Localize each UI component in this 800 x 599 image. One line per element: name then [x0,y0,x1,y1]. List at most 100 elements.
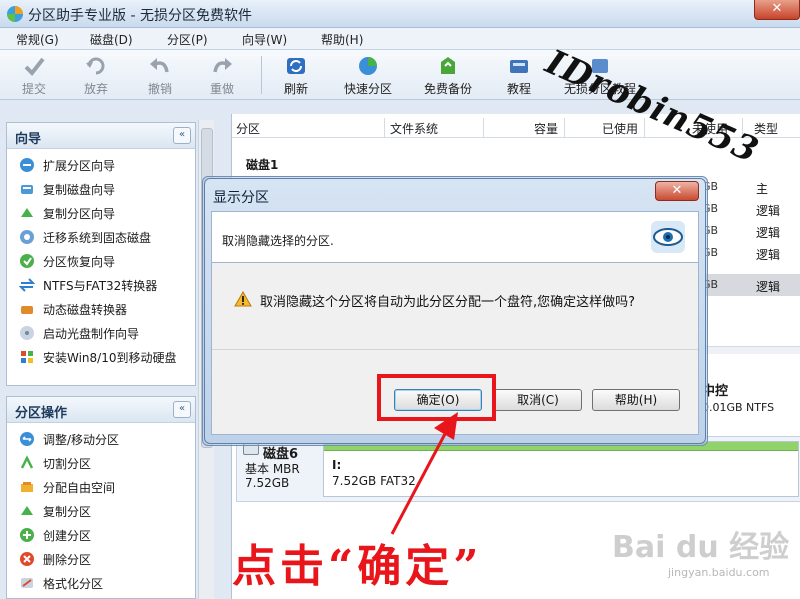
redo-button[interactable]: 重做 [190,54,254,98]
copy-icon [21,506,33,515]
row-type: 逻辑 [756,204,781,218]
op-item-allocate[interactable]: 分配自由空间 [7,475,195,499]
title-bar: 分区助手专业版 - 无损分区免费软件 ✕ [0,0,800,28]
window-close-button[interactable]: ✕ [754,0,800,20]
op-item-label: 创建分区 [43,529,92,543]
op-item-resize[interactable]: 调整/移动分区 [7,427,195,451]
op-item-label: 复制分区 [43,505,92,519]
menu-partition[interactable]: 分区(P) [167,31,208,48]
wizard-item-label: 安装Win8/10到移动硬盘 [43,351,177,365]
quick-partition-icon [359,57,377,75]
refresh-button[interactable]: 刷新 [264,54,328,98]
dialog-title: 显示分区 [213,190,269,206]
disk1-label[interactable]: 磁盘1 [246,156,278,173]
wizard-item-extend[interactable]: 扩展分区向导 [7,153,195,177]
toolbar: 提交 放弃 撤销 重做 刷新 快速分区 免费备份 教程 无损分区教程 [0,50,800,100]
dialog-close-button[interactable]: ✕ [655,181,699,201]
convert-fs-icon [19,278,35,292]
dialog-header-message: 取消隐藏选择的分区. [222,234,334,248]
instruction-annotation: 点击“确定” [232,541,483,592]
row-type: 逻辑 [756,226,781,240]
op-item-format[interactable]: 格式化分区 [7,571,195,595]
column-divider[interactable] [483,118,484,138]
disk6-size: 7.52GB [245,476,290,490]
wizard-item-copy-disk[interactable]: 复制磁盘向导 [7,177,195,201]
backup-icon [441,57,455,74]
menu-wizard[interactable]: 向导(W) [242,31,287,48]
create-icon [20,528,34,542]
eye-icon [651,221,685,253]
op-item-label: 格式化分区 [43,577,104,591]
op-item-copy[interactable]: 复制分区 [7,499,195,523]
discard-label: 放弃 [83,82,108,96]
discard-button[interactable]: 放弃 [64,54,128,98]
cancel-button[interactable]: 取消(C) [494,389,582,411]
wizard-group-header: 向导 « [7,123,195,149]
dialog-warning-text: 取消隐藏这个分区将自动为此分区分配一个盘符,您确定这样做吗? [260,295,636,310]
wizard-item-recovery[interactable]: 分区恢复向导 [7,249,195,273]
row-type: 逻辑 [756,280,781,294]
format-icon [21,578,33,588]
op-item-label: 删除分区 [43,553,92,567]
op-item-create[interactable]: 创建分区 [7,523,195,547]
resize-icon [20,432,34,446]
wizard-item-label: 复制分区向导 [43,207,116,221]
disk6-type: 基本 MBR [245,462,300,476]
column-divider[interactable] [384,118,385,138]
undo-button[interactable]: 撤销 [128,54,192,98]
partition-drive-letter: I: [332,458,342,472]
col-filesystem[interactable]: 文件系统 [390,120,438,137]
pointer-arrow-icon [390,412,458,535]
dynamic-disk-icon [21,306,33,314]
wizard-item-label: 动态磁盘转换器 [43,303,128,317]
copy-disk-icon [21,185,33,194]
copy-partition-icon [21,208,33,217]
wizard-item-win-to-go[interactable]: 安装Win8/10到移动硬盘 [7,345,195,369]
redo-icon [213,58,232,73]
partition-ops-title: 分区操作 [15,406,68,421]
wizard-item-dynamic-disk[interactable]: 动态磁盘转换器 [7,297,195,321]
disk5-partition-size: 0.01GB NTFS [702,401,775,414]
menu-help[interactable]: 帮助(H) [321,31,363,48]
refresh-label: 刷新 [283,82,308,96]
baidu-jingyan-logo: Bai du 经验 [612,530,790,565]
discard-icon [86,57,105,75]
wizard-item-label: 扩展分区向导 [43,159,116,173]
col-partition[interactable]: 分区 [236,120,260,137]
op-item-label: 调整/移动分区 [43,433,120,447]
partition-ops-collapse-button[interactable]: « [173,401,191,418]
op-item-delete[interactable]: 删除分区 [7,547,195,571]
wizard-item-boot-disc[interactable]: 启动光盘制作向导 [7,321,195,345]
partition-ops-header: 分区操作 « [7,397,195,423]
warning-icon [234,291,252,307]
window-title: 分区助手专业版 - 无损分区免费软件 [28,8,252,24]
undo-label: 撤销 [147,82,172,96]
migrate-os-icon [20,230,34,244]
left-panel: 向导 « 扩展分区向导 复制磁盘向导 复制分区向导 迁移系统到固态磁盘 分区恢复… [0,100,215,599]
wizard-collapse-button[interactable]: « [173,127,191,144]
wizard-item-label: NTFS与FAT32转换器 [43,279,158,293]
quick-partition-button[interactable]: 快速分区 [336,54,400,98]
check-icon [24,57,45,77]
menu-disk[interactable]: 磁盘(D) [90,31,133,48]
wizard-item-label: 复制磁盘向导 [43,183,116,197]
redo-label: 重做 [209,82,234,96]
op-item-split[interactable]: 切割分区 [7,451,195,475]
extend-partition-icon [20,158,34,172]
tutorial-icon [510,60,528,73]
row-type: 主 [756,182,769,196]
wizard-item-ntfs-fat32[interactable]: NTFS与FAT32转换器 [7,273,195,297]
disk5-partition-block[interactable]: 中控 0.01GB NTFS [702,380,774,414]
help-button[interactable]: 帮助(H) [592,389,680,411]
toolbar-separator [261,56,262,94]
free-backup-button[interactable]: 免费备份 [416,54,480,98]
commit-button[interactable]: 提交 [2,54,66,98]
dialog-header: 取消隐藏选择的分区. [211,211,699,263]
wizard-item-copy-partition[interactable]: 复制分区向导 [7,201,195,225]
row-type: 逻辑 [756,248,781,262]
wizard-item-migrate-os[interactable]: 迁移系统到固态磁盘 [7,225,195,249]
dialog-separator [212,349,698,350]
menu-general[interactable]: 常规(G) [16,31,59,48]
wizard-item-label: 迁移系统到固态磁盘 [43,231,152,245]
app-logo-icon [7,6,23,22]
